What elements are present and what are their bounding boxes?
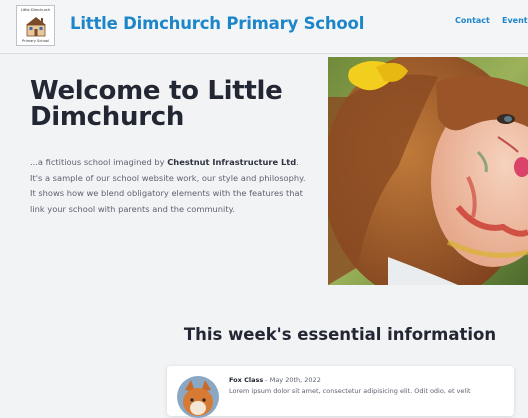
post-meta: Fox Class - May 20th, 2022 <box>229 376 321 384</box>
essential-info-heading: This week's essential information <box>183 325 497 344</box>
site-title[interactable]: Little Dimchurch Primary School <box>70 14 364 33</box>
school-logo[interactable]: Little Dimchurch Primary School <box>16 5 55 46</box>
nav-contact[interactable]: Contact <box>455 16 490 25</box>
logo-bottom-text: Primary School <box>22 39 49 43</box>
company-name: Chestnut Infrastructure Ltd <box>167 157 297 167</box>
post-class-name: Fox Class <box>229 376 264 384</box>
hero-photo-art <box>328 57 528 285</box>
hero-intro: ...a fictitious school imagined by Chest… <box>30 155 310 217</box>
school-house-icon <box>26 17 46 37</box>
intro-text-start: ...a fictitious school imagined by <box>30 157 168 167</box>
logo-top-text: Little Dimchurch <box>20 8 51 12</box>
news-card[interactable]: Fox Class - May 20th, 2022 Lorem ipsum d… <box>167 366 514 418</box>
hero-title: Welcome to Little Dimchurch <box>30 76 283 132</box>
post-text: Lorem ipsum dolor sit amet, consectetur … <box>229 387 471 395</box>
site-header: Little Dimchurch Primary School Little D… <box>0 0 528 54</box>
fox-avatar-icon <box>177 376 219 418</box>
post-date: - May 20th, 2022 <box>263 376 321 384</box>
nav-events[interactable]: Events <box>502 16 528 25</box>
child-with-paint-photo <box>328 57 528 285</box>
fox-avatar-art <box>177 376 219 418</box>
